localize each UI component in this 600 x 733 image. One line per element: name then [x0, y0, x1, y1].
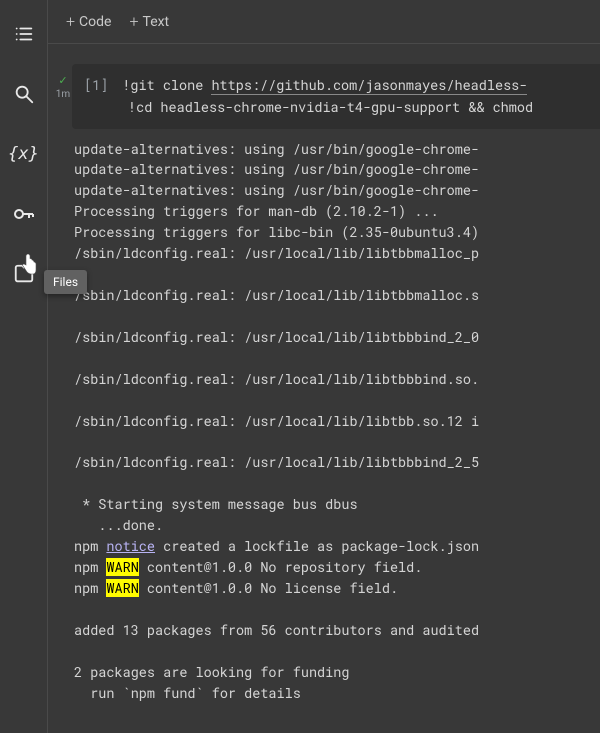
code-input[interactable]: [1]! git clone https://github.com/jasonma… — [72, 64, 600, 129]
output-line: run `npm fund` for details — [74, 684, 301, 702]
output-line: update-alternatives: using /usr/bin/goog… — [74, 140, 479, 158]
plus-icon: + — [129, 12, 138, 31]
prompt-number: [1] — [84, 76, 108, 94]
output-line: /sbin/ldconfig.real: /usr/local/lib/libt… — [74, 412, 479, 430]
output-line: ...done. — [74, 516, 163, 534]
main-area: + Code + Text ✓ 1m [1]! git clone https:/… — [48, 0, 600, 733]
add-code-label: Code — [79, 14, 111, 30]
cell-gutter: ✓ 1m — [54, 64, 72, 703]
npm-warn: WARN — [106, 579, 138, 597]
code-text: ! — [128, 98, 136, 116]
cell-content: [1]! git clone https://github.com/jasonma… — [72, 64, 600, 703]
output-line: /sbin/ldconfig.real: /usr/local/lib/libt… — [74, 453, 479, 471]
code-text: git clone — [130, 76, 211, 94]
code-cell[interactable]: ✓ 1m [1]! git clone https://github.com/ja… — [54, 64, 600, 703]
output-line: * Starting system message bus dbus — [74, 495, 358, 513]
output-line: npm — [74, 558, 106, 576]
output-line: content@1.0.0 No license field. — [139, 579, 398, 597]
add-text-label: Text — [143, 14, 170, 30]
output-line: Processing triggers for man-db (2.10.2-1… — [74, 202, 439, 220]
notebook-cells: ✓ 1m [1]! git clone https://github.com/ja… — [48, 44, 600, 733]
check-icon: ✓ — [58, 74, 67, 87]
npm-notice: notice — [106, 537, 155, 555]
add-code-button[interactable]: + Code — [66, 12, 111, 31]
output-line: update-alternatives: using /usr/bin/goog… — [74, 181, 479, 199]
npm-warn: WARN — [106, 558, 138, 576]
code-url: https://github.com/jasonmayes/headless- — [211, 76, 527, 95]
variables-icon[interactable]: {x} — [8, 138, 40, 170]
output-line: update-alternatives: using /usr/bin/goog… — [74, 160, 479, 178]
output-line: /sbin/ldconfig.real: /usr/local/lib/libt… — [74, 328, 479, 346]
output-line: /sbin/ldconfig.real: /usr/local/lib/libt… — [74, 244, 479, 262]
secrets-icon[interactable] — [8, 198, 40, 230]
output-line: Processing triggers for libc-bin (2.35-0… — [74, 223, 479, 241]
output-line: /sbin/ldconfig.real: /usr/local/lib/libt… — [74, 370, 479, 388]
files-icon[interactable] — [8, 258, 40, 290]
cell-output: update-alternatives: using /usr/bin/goog… — [72, 139, 600, 704]
plus-icon: + — [66, 12, 75, 31]
toc-icon[interactable] — [8, 18, 40, 50]
left-sidebar: {x} Files — [0, 0, 48, 733]
output-line: added 13 packages from 56 contributors a… — [74, 621, 479, 639]
search-icon[interactable] — [8, 78, 40, 110]
output-line: 2 packages are looking for funding — [74, 663, 349, 681]
output-line: npm — [74, 579, 106, 597]
output-line: content@1.0.0 No repository field. — [139, 558, 423, 576]
output-line: created a lockfile as package-lock.json — [155, 537, 479, 555]
output-line: npm — [74, 537, 106, 555]
exec-time: 1m — [56, 89, 70, 100]
tooltip-files: Files — [44, 270, 87, 294]
cell-toolbar: + Code + Text — [48, 0, 600, 44]
code-text: cd headless-chrome-nvidia-t4-gpu-support… — [136, 98, 533, 116]
add-text-button[interactable]: + Text — [129, 12, 169, 31]
output-line: /sbin/ldconfig.real: /usr/local/lib/libt… — [74, 286, 479, 304]
